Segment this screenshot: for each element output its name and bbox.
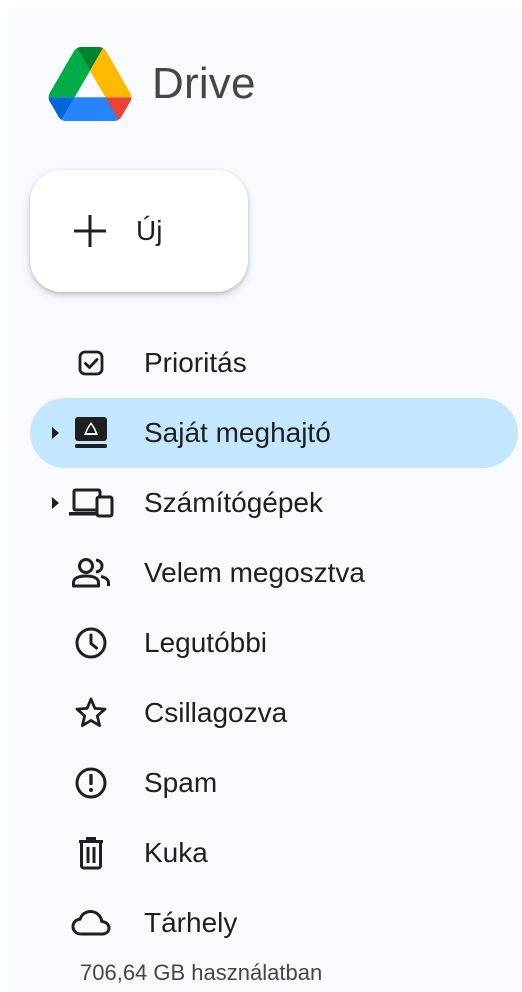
nav-item-label: Saját meghajtó — [144, 417, 331, 448]
nav-item-trash[interactable]: Kuka — [30, 818, 518, 888]
clock-icon — [68, 620, 114, 666]
nav-item-priority[interactable]: Prioritás — [30, 328, 518, 398]
computers-icon — [68, 480, 114, 526]
nav-item-starred[interactable]: Csillagozva — [30, 678, 518, 748]
plus-icon — [74, 215, 106, 247]
nav-item-label: Kuka — [144, 837, 208, 868]
trash-icon — [68, 830, 114, 876]
nav-list: Prioritás Saját meghajtó Számítógépek Ve… — [30, 328, 518, 958]
new-button-label: Új — [136, 215, 163, 246]
drive-logo-icon — [48, 47, 132, 121]
nav-item-my-drive[interactable]: Saját meghajtó — [30, 398, 518, 468]
nav-item-spam[interactable]: Spam — [30, 748, 518, 818]
nav-item-label: Spam — [144, 767, 218, 798]
nav-item-label: Csillagozva — [144, 697, 288, 728]
nav-item-label: Velem megosztva — [144, 557, 365, 588]
my-drive-icon — [68, 410, 114, 456]
sidebar: Drive Új Prioritás Saját meghajtó Számít… — [8, 8, 522, 992]
star-icon — [68, 690, 114, 736]
nav-item-label: Prioritás — [144, 347, 247, 378]
expand-arrow-icon[interactable] — [52, 497, 59, 509]
expand-arrow-icon[interactable] — [52, 427, 59, 439]
new-button[interactable]: Új — [30, 170, 248, 292]
nav-item-computers[interactable]: Számítógépek — [30, 468, 518, 538]
priority-checkbox-icon — [68, 340, 114, 386]
storage-usage-text: 706,64 GB használatban — [80, 960, 323, 985]
nav-item-storage[interactable]: Tárhely — [30, 888, 518, 958]
nav-item-label: Legutóbbi — [144, 627, 268, 658]
app-title: Drive — [152, 59, 256, 108]
nav-item-shared-with-me[interactable]: Velem megosztva — [30, 538, 518, 608]
nav-item-recent[interactable]: Legutóbbi — [30, 608, 518, 678]
nav-item-label: Számítógépek — [144, 487, 323, 518]
spam-icon — [68, 760, 114, 806]
nav-item-label: Tárhely — [144, 907, 238, 938]
drive-brand[interactable]: Drive — [48, 44, 256, 124]
cloud-icon — [68, 900, 114, 946]
shared-people-icon — [68, 550, 114, 596]
